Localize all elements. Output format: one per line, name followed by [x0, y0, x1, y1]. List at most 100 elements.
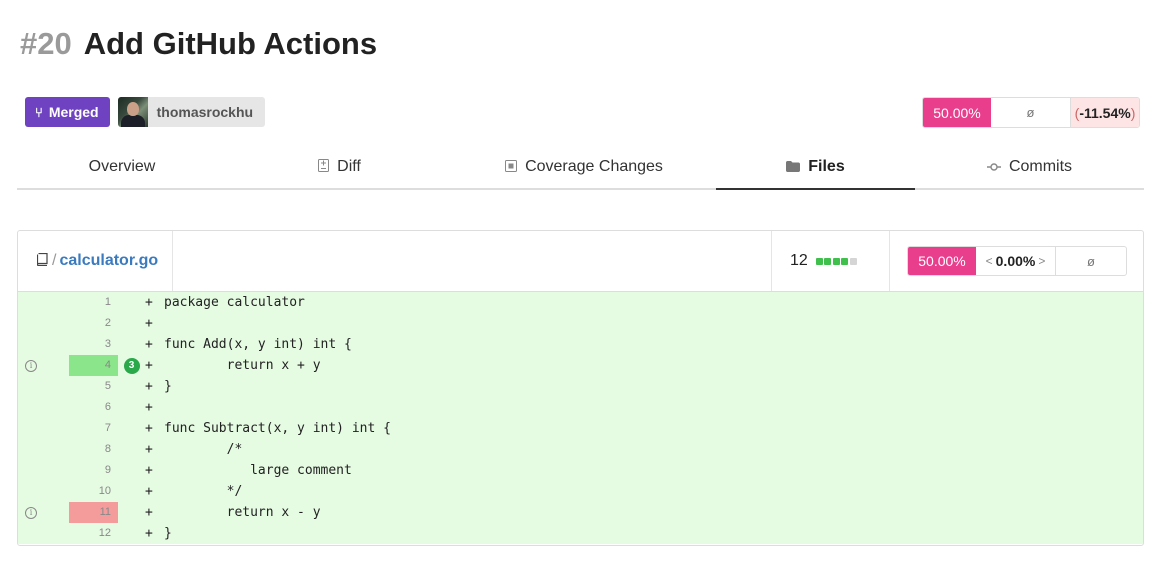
- code-text: */: [164, 484, 243, 499]
- coverage-block: [841, 257, 849, 265]
- pr-coverage-summary: 50.00% ø ( -11.54% ): [922, 97, 1140, 128]
- line-number[interactable]: 12: [69, 523, 118, 544]
- line-info: [18, 439, 69, 460]
- line-number[interactable]: 5: [69, 376, 118, 397]
- pr-number: #20: [20, 26, 72, 61]
- file-name-link[interactable]: calculator.go: [59, 252, 158, 270]
- line-number[interactable]: 3: [69, 334, 118, 355]
- diff-marker: +: [145, 505, 153, 520]
- avatar: [117, 97, 148, 127]
- line-number[interactable]: 6: [69, 397, 118, 418]
- commit-icon: [986, 160, 1001, 175]
- tab-commits[interactable]: Commits: [915, 146, 1144, 188]
- line-info: [18, 313, 69, 334]
- file-viewer: / calculator.go 12 50.00% < 0.00% > ø 1 +…: [17, 230, 1144, 546]
- coverage-delta-value: -11.54%: [1079, 104, 1131, 121]
- line-number[interactable]: 11: [69, 502, 118, 523]
- code-text: return x + y: [164, 358, 321, 373]
- file-coverage: 50.00% < 0.00% > ø: [889, 231, 1143, 291]
- diff-marker: +: [145, 358, 153, 373]
- coverage-icon: [505, 159, 518, 175]
- line-number[interactable]: 2: [69, 313, 118, 334]
- file-header: / calculator.go 12 50.00% < 0.00% > ø: [18, 231, 1143, 292]
- patch-coverage: ø: [991, 98, 1071, 127]
- line-number[interactable]: 8: [69, 439, 118, 460]
- coverage-blocks: [815, 257, 859, 265]
- line-info: [18, 376, 69, 397]
- line-number[interactable]: 10: [69, 481, 118, 502]
- diff-marker: +: [145, 421, 153, 436]
- line-info[interactable]: i: [18, 355, 69, 376]
- file-patch-coverage: ø: [1087, 253, 1095, 269]
- line-info: [18, 334, 69, 355]
- line-number[interactable]: 9: [69, 460, 118, 481]
- line-count: 12: [790, 252, 808, 269]
- tab-coverage-changes[interactable]: Coverage Changes: [452, 146, 716, 188]
- file-coverage-change: < 0.00% >: [976, 247, 1056, 275]
- file-coverage-value: 50.00%: [908, 247, 976, 275]
- code-line: 3 + func Add(x, y int) int {: [18, 334, 1143, 355]
- file-coverage-summary: 50.00% < 0.00% > ø: [907, 246, 1127, 276]
- merged-badge: ⑂ Merged: [25, 97, 110, 127]
- file-breadcrumb: / calculator.go: [18, 231, 173, 291]
- diff-marker: +: [145, 484, 153, 499]
- line-info[interactable]: i: [18, 502, 69, 523]
- line-info: [18, 481, 69, 502]
- code-text: package calculator: [164, 295, 305, 310]
- status-label: Merged: [48, 104, 99, 120]
- code-text: }: [164, 526, 172, 541]
- info-icon[interactable]: i: [25, 359, 37, 372]
- code-line: i 11 + return x - y: [18, 502, 1143, 523]
- code-line: 6 +: [18, 397, 1143, 418]
- code-text: /*: [164, 442, 243, 457]
- line-info: [18, 523, 69, 544]
- merge-icon: ⑂: [35, 104, 43, 120]
- repo-book-icon: [36, 252, 48, 269]
- tab-overview[interactable]: Overview: [17, 146, 227, 188]
- coverage-block: [849, 257, 857, 265]
- line-info: [18, 292, 69, 313]
- diff-marker: +: [145, 337, 153, 352]
- code-line: 5 +}: [18, 376, 1143, 397]
- code-text: func Add(x, y int) int {: [164, 337, 352, 352]
- diff-marker: +: [145, 400, 153, 415]
- code-line: 12 +}: [18, 523, 1143, 544]
- code-text: func Subtract(x, y int) int {: [164, 421, 391, 436]
- code-line: 7 + func Subtract(x, y int) int {: [18, 418, 1143, 439]
- line-number[interactable]: 1: [69, 292, 118, 313]
- line-info: [18, 418, 69, 439]
- folder-icon: [786, 160, 801, 175]
- author-name: thomasrockhu: [156, 104, 254, 120]
- code-text: }: [164, 379, 172, 394]
- code-text: large comment: [164, 463, 352, 478]
- coverage-block: [832, 257, 840, 265]
- diff-marker: +: [145, 526, 153, 541]
- pr-title: Add GitHub Actions: [83, 26, 378, 61]
- line-number[interactable]: 4: [69, 355, 118, 376]
- coverage-block: [824, 257, 832, 265]
- pr-meta: ⑂ Merged thomasrockhu: [25, 97, 266, 127]
- code-line: 9 + large comment: [18, 460, 1143, 481]
- code-line: 10 + */: [18, 481, 1143, 502]
- code-text: return x - y: [164, 505, 321, 520]
- code-line: 8 + /*: [18, 439, 1143, 460]
- diff-marker: +: [145, 316, 153, 331]
- hit-count: 3: [118, 357, 145, 374]
- code-line: 2 +: [18, 313, 1143, 334]
- diff-marker: +: [145, 379, 153, 394]
- code-listing: 1 + package calculator 2 +3 + func Add(x, y in…: [18, 292, 1143, 544]
- tab-files[interactable]: Files: [716, 146, 915, 190]
- author-badge[interactable]: thomasrockhu: [117, 97, 266, 127]
- file-line-stats: 12: [771, 231, 889, 291]
- tab-bar: Overview Diff Coverage Changes Files Com…: [17, 146, 1144, 190]
- diff-marker: +: [145, 463, 153, 478]
- line-info: [18, 460, 69, 481]
- diff-marker: +: [145, 295, 153, 310]
- code-line: i 4 3 + return x + y: [18, 355, 1143, 376]
- coverage-delta: ( -11.54% ): [1071, 98, 1139, 127]
- page-title: #20 Add GitHub Actions: [20, 26, 377, 66]
- info-icon[interactable]: i: [25, 506, 37, 519]
- tab-diff[interactable]: Diff: [227, 146, 452, 188]
- line-number[interactable]: 7: [69, 418, 118, 439]
- head-coverage: 50.00%: [923, 98, 991, 127]
